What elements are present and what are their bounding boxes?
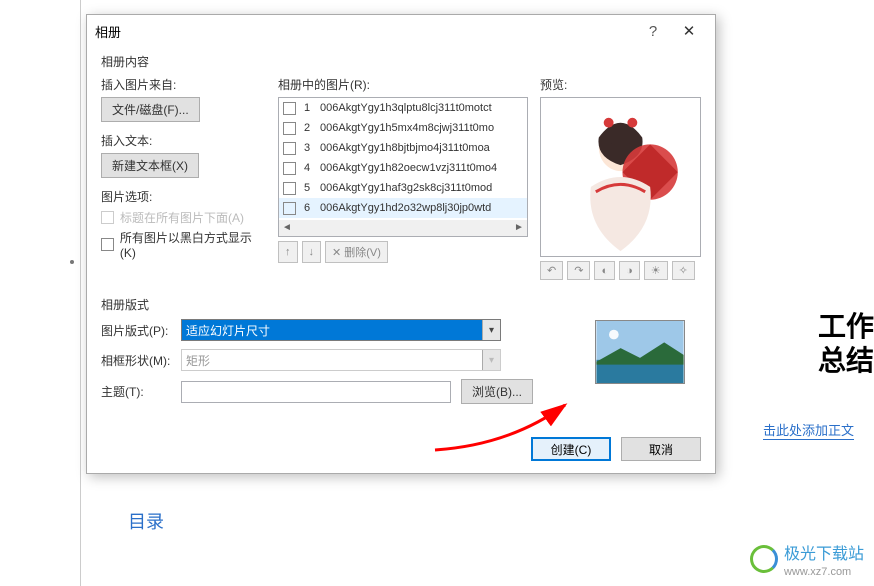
- list-checkbox[interactable]: [283, 102, 296, 115]
- photo-album-dialog: 相册 ? ✕ 相册内容 插入图片来自: 文件/磁盘(F)... 插入文本: 新建…: [86, 14, 716, 474]
- help-icon[interactable]: ?: [635, 23, 671, 40]
- bw-checkbox[interactable]: [101, 238, 114, 251]
- pic-layout-label: 图片版式(P):: [101, 322, 181, 339]
- caption-below-label: 标题在所有图片下面(A): [120, 209, 244, 226]
- cancel-button[interactable]: 取消: [621, 437, 701, 461]
- bg-title1: 工作: [818, 310, 874, 344]
- scroll-left-icon[interactable]: ◄: [281, 222, 293, 234]
- remove-button[interactable]: ✕ 删除(V): [325, 241, 388, 263]
- format-thumbnail: [595, 320, 685, 384]
- contrast-up-button[interactable]: ◐: [594, 261, 615, 280]
- insert-pic-from-label: 插入图片来自:: [101, 76, 266, 93]
- file-disk-button[interactable]: 文件/磁盘(F)...: [101, 97, 200, 122]
- toc-heading: 目录: [128, 508, 164, 534]
- brightness-down-button[interactable]: ✧: [672, 261, 695, 280]
- list-checkbox[interactable]: [283, 122, 296, 135]
- scroll-right-icon[interactable]: ►: [513, 222, 525, 234]
- frame-shape-label: 相框形状(M):: [101, 352, 181, 369]
- pics-in-album-label: 相册中的图片(R):: [278, 76, 528, 93]
- bg-title2: 总结: [818, 344, 874, 378]
- preview-label: 预览:: [540, 76, 701, 93]
- contrast-down-button[interactable]: ◑: [619, 261, 640, 280]
- watermark-logo: 极光下载站 www.xz7.com: [750, 540, 864, 578]
- brightness-up-button[interactable]: ☀: [644, 261, 668, 280]
- caption-checkbox: [101, 211, 114, 224]
- rotate-right-button[interactable]: ↷: [567, 261, 590, 280]
- rotate-left-button[interactable]: ↶: [540, 261, 563, 280]
- move-down-button[interactable]: ↓: [302, 241, 322, 263]
- bg-placeholder-link[interactable]: 击此处添加正文: [763, 420, 854, 440]
- list-checkbox[interactable]: [283, 202, 296, 215]
- picture-list[interactable]: 1006AkgtYgy1h3qlptu8lcj311t0motct 2006Ak…: [278, 97, 528, 237]
- logo-name: 极光下载站: [784, 540, 864, 564]
- pic-layout-select[interactable]: 适应幻灯片尺寸 ▾: [181, 319, 501, 341]
- theme-input[interactable]: [181, 381, 451, 403]
- browse-button[interactable]: 浏览(B)...: [461, 379, 533, 404]
- insert-text-label: 插入文本:: [101, 132, 266, 149]
- list-checkbox[interactable]: [283, 142, 296, 155]
- list-checkbox[interactable]: [283, 182, 296, 195]
- dialog-title: 相册: [95, 22, 635, 41]
- bullet-dot: [70, 260, 74, 264]
- new-textbox-button[interactable]: 新建文本框(X): [101, 153, 199, 178]
- chevron-down-icon[interactable]: ▾: [482, 320, 500, 340]
- logo-url: www.xz7.com: [784, 566, 864, 578]
- pic-options-label: 图片选项:: [101, 188, 266, 205]
- all-bw-label: 所有图片以黑白方式显示(K): [120, 229, 266, 260]
- logo-icon: [750, 545, 778, 573]
- section-content-label: 相册内容: [101, 53, 701, 70]
- chevron-down-icon: ▾: [482, 350, 500, 370]
- list-checkbox[interactable]: [283, 162, 296, 175]
- theme-label: 主题(T):: [101, 383, 181, 400]
- create-button[interactable]: 创建(C): [531, 437, 611, 461]
- close-icon[interactable]: ✕: [671, 22, 707, 40]
- frame-shape-select: 矩形 ▾: [181, 349, 501, 371]
- section-format-label: 相册版式: [101, 296, 701, 313]
- preview-image: [540, 97, 701, 257]
- move-up-button[interactable]: ↑: [278, 241, 298, 263]
